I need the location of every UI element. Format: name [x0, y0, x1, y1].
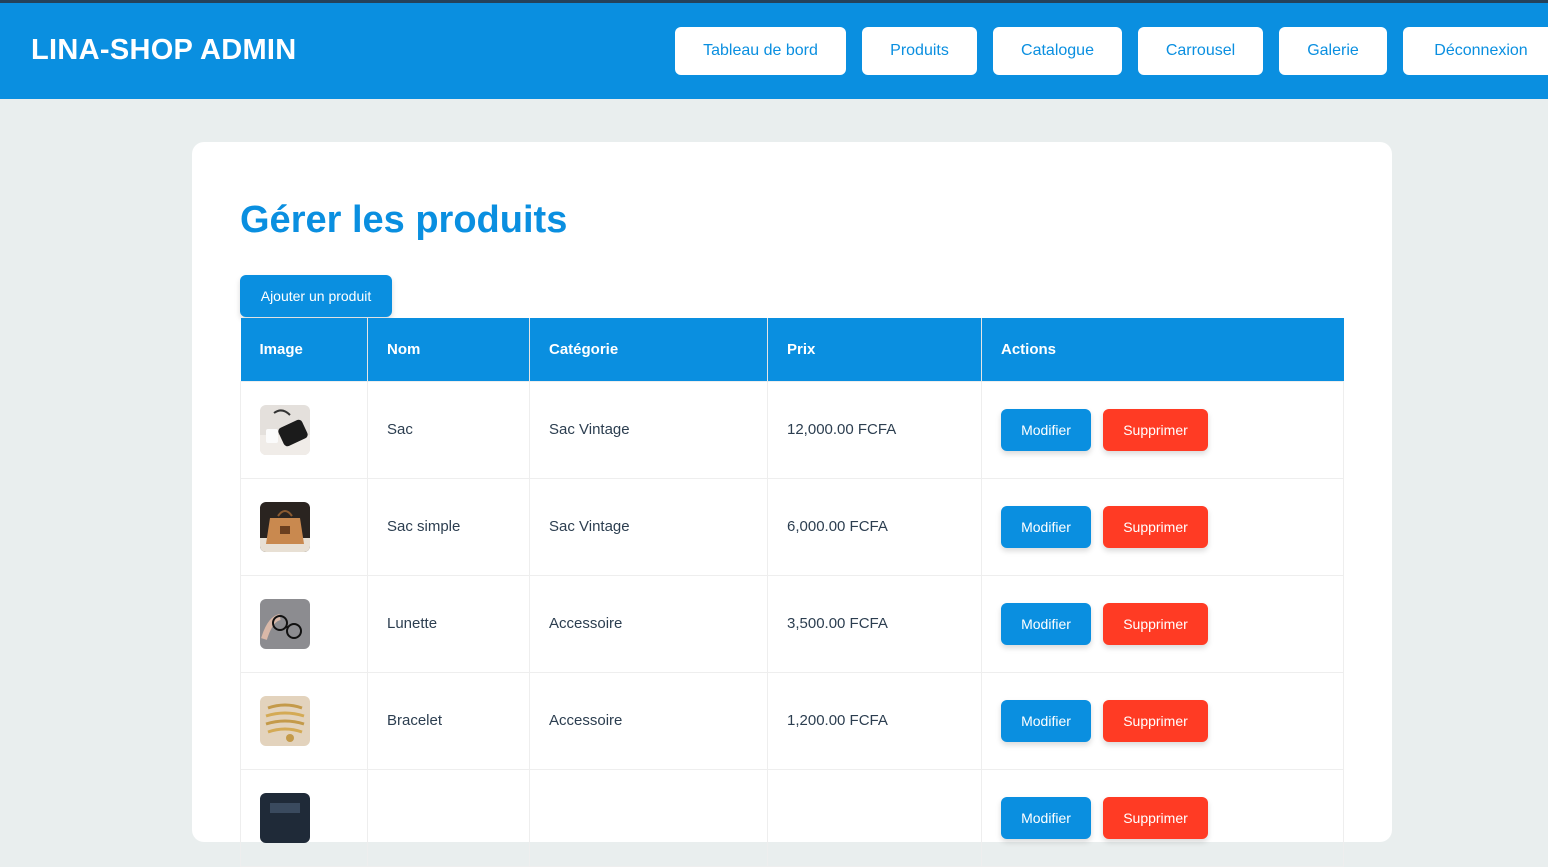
- table-header-row: Image Nom Catégorie Prix Actions: [240, 318, 1344, 381]
- products-table: Image Nom Catégorie Prix Actions Sac Sac…: [240, 318, 1344, 867]
- table-row: Lunette Accessoire 3,500.00 FCFA Modifie…: [240, 574, 1344, 673]
- brand-title: LINA-SHOP ADMIN: [31, 34, 297, 66]
- product-price: 12,000.00 FCFA: [767, 380, 982, 479]
- product-price: [767, 768, 982, 867]
- product-thumbnail: [260, 695, 310, 746]
- product-name: Sac simple: [367, 477, 530, 576]
- product-category: Accessoire: [529, 574, 768, 673]
- product-category: Sac Vintage: [529, 380, 768, 479]
- image-cell: [240, 380, 368, 479]
- edit-button[interactable]: Modifier: [1001, 602, 1091, 645]
- product-name: [367, 768, 530, 867]
- edit-button[interactable]: Modifier: [1001, 408, 1091, 451]
- delete-button[interactable]: Supprimer: [1103, 796, 1208, 839]
- nav-products-button[interactable]: Produits: [862, 27, 977, 75]
- delete-button[interactable]: Supprimer: [1103, 408, 1208, 451]
- actions-cell: Modifier Supprimer: [981, 574, 1344, 673]
- product-price: 3,500.00 FCFA: [767, 574, 982, 673]
- edit-button[interactable]: Modifier: [1001, 699, 1091, 742]
- actions-cell: Modifier Supprimer: [981, 477, 1344, 576]
- column-header-category: Catégorie: [529, 318, 768, 381]
- column-header-actions: Actions: [981, 318, 1344, 381]
- edit-button[interactable]: Modifier: [1001, 505, 1091, 548]
- product-thumbnail: [260, 501, 310, 552]
- product-thumbnail: [260, 792, 310, 843]
- table-row: Sac Sac Vintage 12,000.00 FCFA Modifier S…: [240, 380, 1344, 479]
- product-thumbnail: [260, 598, 310, 649]
- product-name: Bracelet: [367, 671, 530, 770]
- column-header-name: Nom: [367, 318, 530, 381]
- product-category: Accessoire: [529, 671, 768, 770]
- product-name: Lunette: [367, 574, 530, 673]
- page-title: Gérer les produits: [240, 199, 568, 241]
- admin-header: LINA-SHOP ADMIN Tableau de bord Produits…: [0, 3, 1548, 99]
- delete-button[interactable]: Supprimer: [1103, 505, 1208, 548]
- product-price: 6,000.00 FCFA: [767, 477, 982, 576]
- product-category: Sac Vintage: [529, 477, 768, 576]
- nav-dashboard-button[interactable]: Tableau de bord: [675, 27, 846, 75]
- actions-cell: Modifier Supprimer: [981, 768, 1344, 867]
- product-price: 1,200.00 FCFA: [767, 671, 982, 770]
- image-cell: [240, 574, 368, 673]
- column-header-image: Image: [240, 318, 368, 381]
- delete-button[interactable]: Supprimer: [1103, 699, 1208, 742]
- add-product-button[interactable]: Ajouter un produit: [240, 275, 392, 317]
- nav-carousel-button[interactable]: Carrousel: [1138, 27, 1263, 75]
- nav-catalogue-button[interactable]: Catalogue: [993, 27, 1122, 75]
- edit-button[interactable]: Modifier: [1001, 796, 1091, 839]
- delete-button[interactable]: Supprimer: [1103, 602, 1208, 645]
- image-cell: [240, 477, 368, 576]
- actions-cell: Modifier Supprimer: [981, 671, 1344, 770]
- table-row: Modifier Supprimer: [240, 768, 1344, 867]
- actions-cell: Modifier Supprimer: [981, 380, 1344, 479]
- products-card: Gérer les produits Ajouter un produit Im…: [192, 142, 1392, 867]
- nav-logout-button[interactable]: Déconnexion: [1403, 27, 1548, 75]
- table-row: Sac simple Sac Vintage 6,000.00 FCFA Mod…: [240, 477, 1344, 576]
- nav-gallery-button[interactable]: Galerie: [1279, 27, 1387, 75]
- column-header-price: Prix: [767, 318, 982, 381]
- product-category: [529, 768, 768, 867]
- image-cell: [240, 671, 368, 770]
- product-thumbnail: [260, 404, 310, 455]
- product-name: Sac: [367, 380, 530, 479]
- table-row: Bracelet Accessoire 1,200.00 FCFA Modifi…: [240, 671, 1344, 770]
- image-cell: [240, 768, 368, 867]
